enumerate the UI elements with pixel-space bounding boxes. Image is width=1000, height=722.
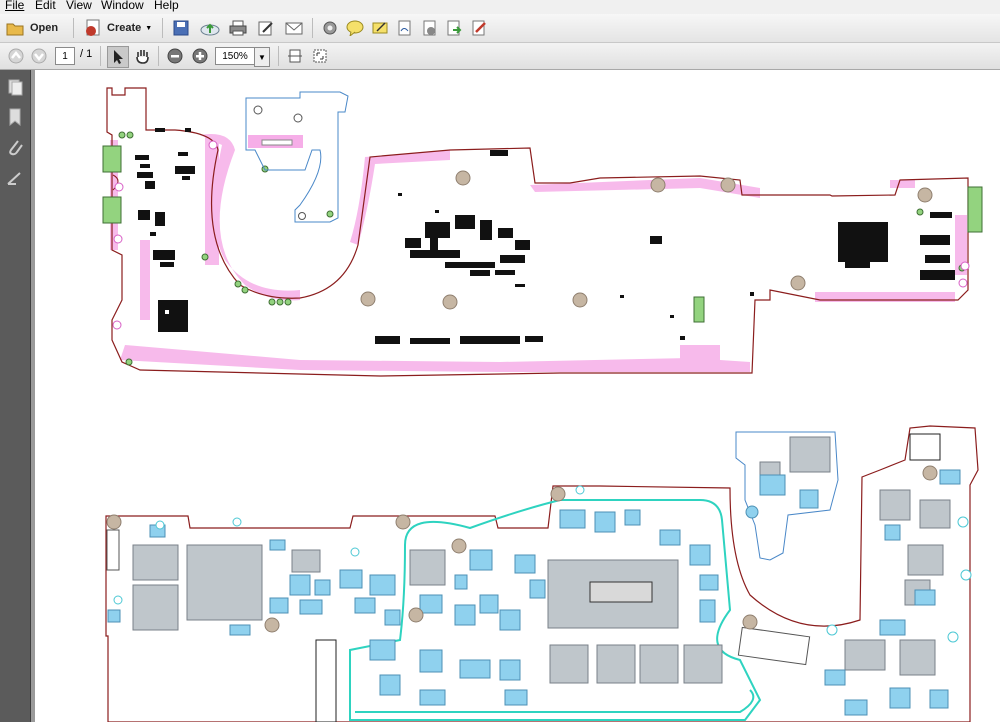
navigation-toolbar: 1 / 1 150% ▼ xyxy=(0,43,1000,70)
sign-button[interactable] xyxy=(395,19,415,37)
page-thumbnails-icon[interactable] xyxy=(6,78,24,96)
save-icon xyxy=(173,20,189,36)
edit-button[interactable] xyxy=(256,19,276,37)
open-label: Open xyxy=(30,22,59,34)
blue-flex-connector xyxy=(261,139,293,146)
toolbar-separator xyxy=(278,46,279,66)
pcb-drawing xyxy=(102,87,983,722)
create-button[interactable]: Create ▼ xyxy=(84,19,152,37)
toolbar-separator xyxy=(158,46,159,66)
previous-page-button[interactable] xyxy=(7,47,25,65)
audio-jack xyxy=(909,433,941,461)
sign-icon xyxy=(398,20,411,36)
comment-icon xyxy=(346,20,364,36)
menu-view[interactable]: View xyxy=(66,0,92,12)
menu-bar: File Edit View Window Help xyxy=(0,0,1000,14)
save-button[interactable] xyxy=(172,19,190,37)
select-tool-button[interactable] xyxy=(107,46,129,68)
zoom-out-button[interactable] xyxy=(166,47,184,65)
cloud-upload-icon xyxy=(200,23,220,36)
folder-icon xyxy=(6,23,24,36)
comment-button[interactable] xyxy=(345,19,365,37)
upload-button[interactable] xyxy=(199,19,221,37)
top-board xyxy=(102,87,983,377)
edit-icon xyxy=(258,21,273,36)
menu-window[interactable]: Window xyxy=(101,0,144,12)
redact-button[interactable] xyxy=(469,19,489,37)
arrow-down-icon xyxy=(31,48,47,64)
fit-page-button[interactable] xyxy=(285,46,305,66)
menu-edit[interactable]: Edit xyxy=(35,0,56,12)
document-canvas[interactable] xyxy=(35,70,1000,722)
menu-file[interactable]: File xyxy=(5,0,24,12)
export-icon xyxy=(447,20,462,36)
zoom-out-icon xyxy=(167,48,183,64)
signatures-icon[interactable] xyxy=(6,170,24,188)
hand-tool-button[interactable] xyxy=(132,46,152,66)
lock-icon xyxy=(423,20,436,36)
printer-icon xyxy=(229,20,247,36)
redact-icon xyxy=(472,20,486,36)
protect-button[interactable] xyxy=(420,19,440,37)
toolbar-separator xyxy=(312,18,313,38)
fit-page-icon xyxy=(288,49,302,63)
create-label: Create xyxy=(107,22,142,34)
toolbar-separator xyxy=(100,46,101,66)
open-button[interactable]: Open xyxy=(6,19,58,37)
bookmarks-icon[interactable] xyxy=(6,108,24,126)
arrow-up-icon xyxy=(8,48,24,64)
gear-icon xyxy=(323,21,337,35)
highlight-button[interactable] xyxy=(370,19,390,37)
toolbar-separator xyxy=(162,18,163,38)
chevron-down-icon: ▼ xyxy=(145,24,153,32)
attachments-icon[interactable] xyxy=(6,138,24,156)
cpu-die xyxy=(589,581,653,603)
main-toolbar: Open Create ▼ xyxy=(0,14,1000,43)
zoom-level-input[interactable]: 150% xyxy=(215,47,255,65)
bottom-ic-packages xyxy=(132,436,951,684)
flex-connector-edge xyxy=(106,529,120,571)
cursor-icon xyxy=(114,50,123,64)
bottom-board xyxy=(105,425,979,722)
zoom-dropdown-chevron-icon[interactable]: ▼ xyxy=(254,47,270,67)
flex-connector-right xyxy=(737,626,811,666)
page-total: / 1 xyxy=(80,48,93,60)
menu-help[interactable]: Help xyxy=(154,0,179,12)
print-button[interactable] xyxy=(228,19,248,37)
toolbar-separator xyxy=(73,18,74,38)
flex-connector-left xyxy=(315,639,337,722)
create-pdf-icon xyxy=(86,19,100,36)
settings-button[interactable] xyxy=(320,19,340,37)
zoom-in-icon xyxy=(192,48,208,64)
next-page-button[interactable] xyxy=(30,47,48,65)
highlight-icon xyxy=(372,22,388,34)
export-button[interactable] xyxy=(444,19,464,37)
top-components xyxy=(135,128,955,344)
navigation-pane xyxy=(0,70,31,722)
hand-icon xyxy=(136,50,149,64)
fullscreen-icon xyxy=(313,49,327,63)
fullscreen-button[interactable] xyxy=(310,46,330,66)
page-number-input[interactable]: 1 xyxy=(55,47,75,65)
envelope-icon xyxy=(285,22,303,35)
zoom-in-button[interactable] xyxy=(191,47,209,65)
email-button[interactable] xyxy=(284,19,304,37)
